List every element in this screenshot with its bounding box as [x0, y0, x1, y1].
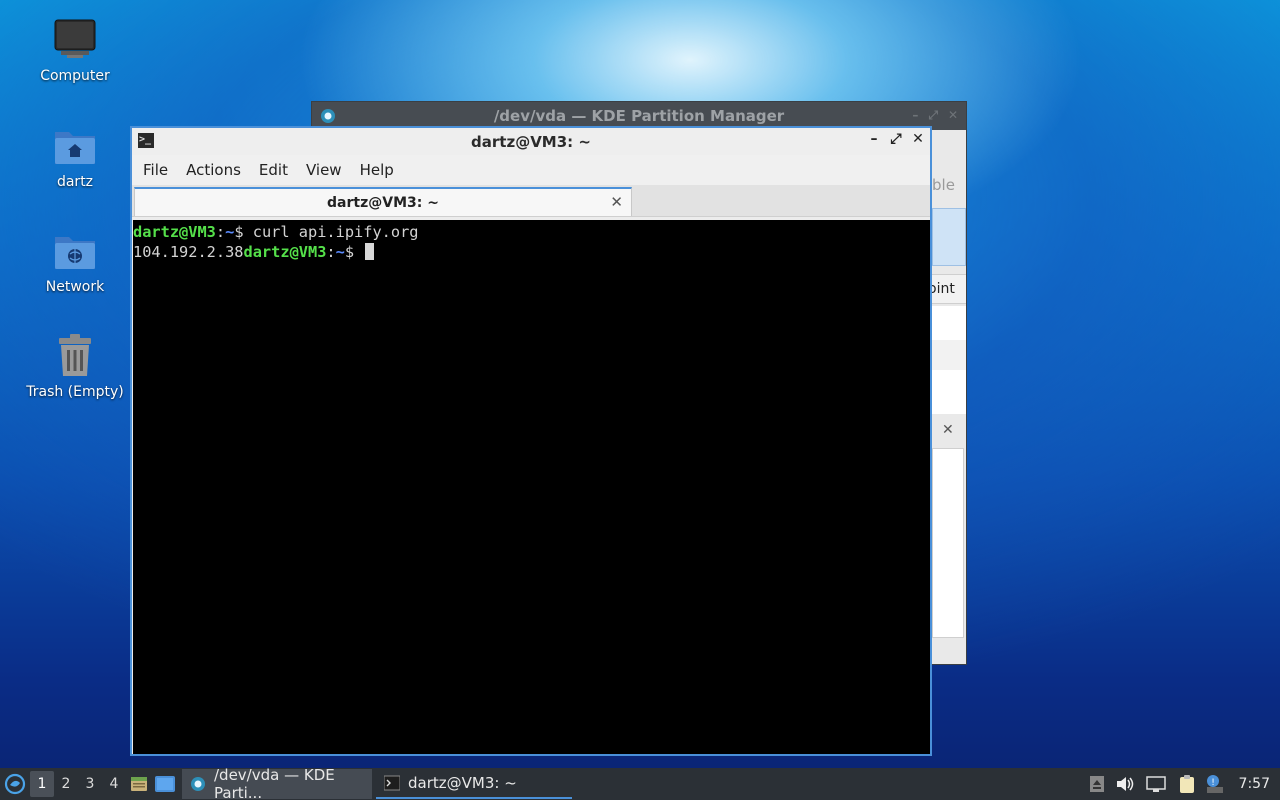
prompt-symbol: $ — [234, 223, 253, 241]
terminal-line: dartz@VM3:~$ curl api.ipify.org — [133, 222, 930, 242]
kde-partition-icon — [191, 777, 205, 791]
computer-icon — [54, 19, 96, 58]
prompt-symbol: $ — [344, 243, 364, 261]
desktop-icon-home-folder[interactable]: dartz — [20, 122, 130, 190]
svg-text:!: ! — [1211, 778, 1215, 788]
minimize-icon[interactable]: – — [866, 131, 882, 147]
desktop-icon-label: Network — [45, 279, 105, 295]
terminal-window[interactable]: >_ dartz@VM3: ~ – ⤢ ✕ File Actions Edit … — [130, 126, 932, 756]
text-cursor — [365, 243, 375, 260]
network-folder-icon — [55, 237, 95, 269]
quicklaunch-file-manager[interactable] — [126, 771, 152, 797]
workspace-4[interactable]: 4 — [102, 771, 126, 797]
clipboard-icon[interactable] — [1177, 774, 1197, 794]
volume-icon[interactable] — [1115, 774, 1135, 794]
home-folder-icon — [55, 132, 95, 164]
terminal-icon: >_ — [138, 133, 154, 148]
workspace-3[interactable]: 3 — [78, 771, 102, 797]
kde-partition-icon — [321, 109, 335, 123]
terminal-output[interactable]: dartz@VM3:~$ curl api.ipify.org 104.192.2… — [133, 220, 930, 754]
maximize-icon[interactable]: ⤢ — [888, 131, 904, 147]
prompt-separator: : — [326, 243, 336, 261]
terminal-icon — [384, 775, 400, 791]
network-icon[interactable] — [1143, 774, 1169, 794]
task-label: /dev/vda — KDE Parti... — [214, 766, 335, 800]
prompt-path: ~ — [225, 223, 235, 241]
clock[interactable]: 7:57 — [1239, 776, 1270, 792]
taskbar: 1 2 3 4 /dev/vda — KDE Parti... dartz@VM… — [0, 766, 1280, 800]
lxqt-menu-icon — [4, 773, 26, 795]
prompt-user: dartz@VM3 — [133, 223, 216, 241]
prompt-user: dartz@VM3 — [243, 243, 327, 261]
desktop-icon-label: Trash (Empty) — [26, 384, 124, 400]
desktop-icon-label: dartz — [56, 174, 94, 190]
tab-label: dartz@VM3: ~ — [327, 194, 439, 211]
menu-help[interactable]: Help — [351, 161, 403, 179]
start-menu-button[interactable] — [0, 768, 30, 800]
terminal-tabbar: dartz@VM3: ~ ✕ — [132, 185, 930, 217]
eject-icon[interactable] — [1087, 774, 1107, 794]
workspace-1[interactable]: 1 — [30, 771, 54, 797]
desktop-icon-computer[interactable]: Computer — [20, 16, 130, 84]
quicklaunch-show-desktop[interactable] — [152, 771, 178, 797]
show-desktop-icon — [155, 776, 175, 792]
terminal-titlebar[interactable]: >_ dartz@VM3: ~ – ⤢ ✕ — [132, 128, 930, 155]
terminal-tab[interactable]: dartz@VM3: ~ ✕ — [134, 187, 632, 216]
menu-edit[interactable]: Edit — [250, 161, 297, 179]
kde-column-header: oint — [932, 274, 966, 304]
prompt-path: ~ — [335, 243, 345, 261]
terminal-line: 104.192.2.38dartz@VM3:~$ — [133, 242, 930, 262]
kde-window-title: /dev/vda — KDE Partition Manager — [493, 107, 785, 125]
kde-device-selector[interactable] — [932, 208, 966, 266]
prompt-separator: : — [215, 223, 226, 241]
close-icon[interactable]: ✕ — [942, 422, 954, 438]
menu-file[interactable]: File — [134, 161, 177, 179]
kde-partition-list[interactable] — [932, 306, 966, 414]
desktop-icon-trash[interactable]: Trash (Empty) — [20, 332, 130, 400]
close-icon[interactable]: ✕ — [948, 108, 958, 123]
kde-partial-label: ble — [932, 176, 955, 194]
taskbar-task-kde-partition-manager[interactable]: /dev/vda — KDE Parti... — [182, 766, 372, 800]
taskbar-task-terminal[interactable]: dartz@VM3: ~ — [376, 769, 572, 799]
trash-icon — [59, 334, 91, 376]
close-icon[interactable]: ✕ — [910, 131, 926, 147]
minimize-icon[interactable]: – — [912, 108, 918, 123]
system-tray: ! 7:57 — [1087, 774, 1280, 794]
maximize-icon[interactable]: ⤢ — [928, 108, 938, 123]
menu-actions[interactable]: Actions — [177, 161, 250, 179]
menu-view[interactable]: View — [297, 161, 351, 179]
desktop-icon-label: Computer — [40, 68, 110, 84]
kde-log-panel — [932, 448, 964, 638]
update-notifier-icon[interactable]: ! — [1205, 774, 1225, 794]
terminal-menubar: File Actions Edit View Help — [132, 155, 930, 185]
file-manager-icon — [131, 777, 147, 791]
command-text: curl api.ipify.org — [252, 223, 419, 241]
task-label: dartz@VM3: ~ — [408, 774, 517, 792]
desktop-icon-network[interactable]: Network — [20, 227, 130, 295]
close-tab-icon[interactable]: ✕ — [610, 193, 623, 211]
workspace-2[interactable]: 2 — [54, 771, 78, 797]
command-output: 104.192.2.38 — [133, 243, 244, 261]
terminal-window-title: dartz@VM3: ~ — [471, 132, 591, 151]
